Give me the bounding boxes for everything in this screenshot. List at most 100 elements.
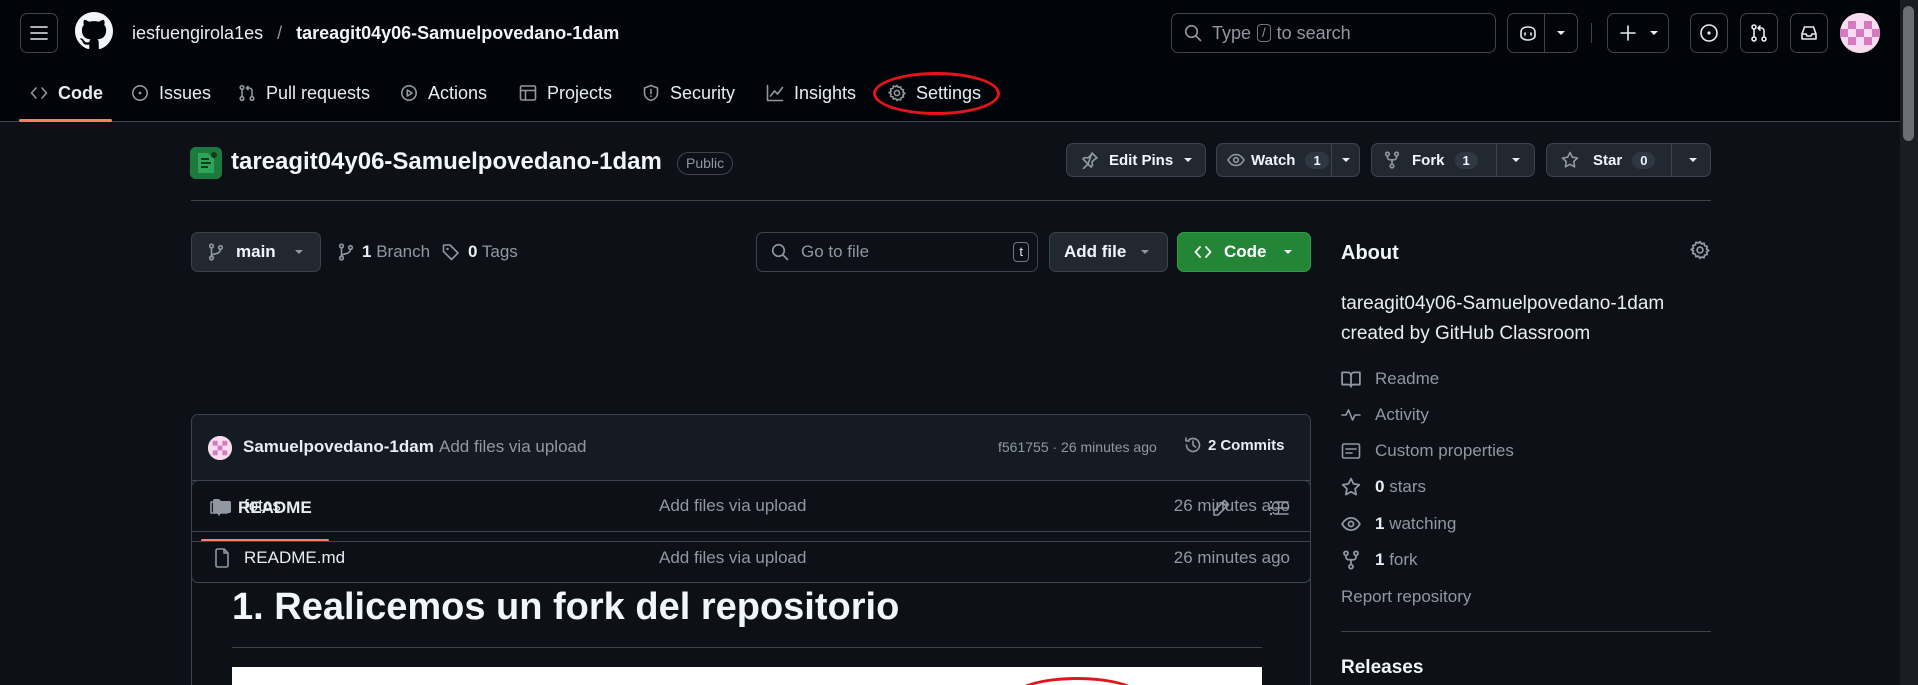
issue-opened-icon xyxy=(1700,24,1718,42)
about-activity-link[interactable]: Activity xyxy=(1341,405,1429,425)
tab-insights[interactable]: Insights xyxy=(766,80,856,106)
code-dropdown-button[interactable]: Code xyxy=(1177,232,1311,272)
star-icon xyxy=(1561,151,1579,168)
commits-count: 2 xyxy=(1208,436,1217,454)
tab-actions-label: Actions xyxy=(428,82,488,103)
about-stars-link[interactable]: 0 stars xyxy=(1341,477,1426,497)
report-repository-link[interactable]: Report repository xyxy=(1341,587,1471,607)
search-placeholder-pre: Type xyxy=(1212,22,1252,43)
gear-icon xyxy=(1690,240,1710,260)
visibility-badge: Public xyxy=(677,152,734,175)
inbox-button[interactable] xyxy=(1790,13,1828,53)
search-slash-key: / xyxy=(1257,24,1271,42)
breadcrumb-owner[interactable]: iesfuengirola1es xyxy=(132,23,263,44)
tab-pull-requests[interactable]: Pull requests xyxy=(238,80,370,106)
about-readme-link[interactable]: Readme xyxy=(1341,369,1439,389)
tab-pull-requests-label: Pull requests xyxy=(266,82,371,103)
pull-requests-button[interactable] xyxy=(1740,13,1778,53)
add-file-label: Add file xyxy=(1064,242,1127,261)
user-avatar[interactable] xyxy=(1840,13,1880,53)
tags-link[interactable]: 0 Tags xyxy=(442,240,518,264)
tab-projects-label: Projects xyxy=(547,82,613,103)
add-file-button[interactable]: Add file xyxy=(1049,232,1168,272)
create-new-button[interactable] xyxy=(1607,13,1669,53)
branch-selector[interactable]: main xyxy=(191,232,321,272)
scrollbar-thumb[interactable] xyxy=(1903,6,1914,141)
readme-screenshot-image xyxy=(232,667,1262,685)
releases-heading[interactable]: Releases xyxy=(1341,657,1423,679)
tab-security[interactable]: Security xyxy=(642,80,735,106)
chevron-down-icon xyxy=(1557,31,1565,35)
tags-count: 0 xyxy=(468,242,478,261)
about-watching-link[interactable]: 1 watching xyxy=(1341,514,1456,534)
edit-pins-button[interactable]: Edit Pins xyxy=(1066,143,1206,177)
tab-code[interactable]: Code xyxy=(30,80,103,106)
about-item-label: stars xyxy=(1389,477,1427,496)
commits-label: Commits xyxy=(1220,436,1285,454)
copilot-button[interactable] xyxy=(1507,13,1578,53)
about-item-bold: 0 xyxy=(1375,477,1385,496)
star-label: Star xyxy=(1593,151,1623,169)
go-to-file-placeholder: Go to file xyxy=(801,242,870,261)
chevron-down-icon xyxy=(1650,31,1658,35)
note-icon xyxy=(1341,443,1361,459)
commit-hash-time[interactable]: f561755 · 26 minutes ago xyxy=(998,439,1157,455)
chevron-down-icon xyxy=(1512,158,1520,162)
global-search-input[interactable]: Type / to search xyxy=(1171,13,1496,53)
repo-owner-avatar[interactable] xyxy=(190,147,222,179)
eye-icon xyxy=(1227,153,1245,167)
shield-icon xyxy=(643,84,659,102)
edit-readme-button[interactable] xyxy=(1211,498,1231,518)
about-custom-properties-link[interactable]: Custom properties xyxy=(1341,441,1514,461)
repo-title[interactable]: tareagit04y06-Samuelpovedano-1dam xyxy=(231,148,662,176)
book-icon xyxy=(210,501,228,516)
git-pull-request-icon xyxy=(1751,24,1767,42)
watch-count: 1 xyxy=(1305,151,1329,169)
fork-label: Fork xyxy=(1412,151,1445,169)
star-button[interactable]: Star 0 xyxy=(1546,143,1711,177)
branches-link[interactable]: 1 Branch xyxy=(338,240,430,264)
repo-main: tareagit04y06-Samuelpovedano-1dam Public… xyxy=(0,122,1900,685)
tab-projects[interactable]: Projects xyxy=(519,80,612,106)
watch-label: Watch xyxy=(1251,151,1296,169)
hamburger-icon xyxy=(30,26,48,40)
branches-count: 1 xyxy=(362,242,372,261)
copilot-icon xyxy=(1520,26,1536,41)
about-item-label: fork xyxy=(1389,550,1418,569)
star-icon xyxy=(1341,477,1361,496)
eye-icon xyxy=(1341,516,1361,531)
tab-issues[interactable]: Issues xyxy=(131,80,211,106)
watch-button[interactable]: Watch 1 xyxy=(1216,143,1360,177)
pulse-icon xyxy=(1341,409,1361,421)
about-item-bold: 1 xyxy=(1375,514,1385,533)
about-item-label: Readme xyxy=(1375,369,1440,388)
commit-message[interactable]: Add files via upload xyxy=(439,437,586,457)
breadcrumb-repo[interactable]: tareagit04y06-Samuelpovedano-1dam xyxy=(296,23,619,44)
search-icon xyxy=(771,243,789,261)
go-to-file-input[interactable]: Go to file t xyxy=(756,232,1038,272)
tab-readme[interactable]: README xyxy=(210,498,312,518)
chevron-down-icon xyxy=(1283,250,1292,254)
pencil-icon xyxy=(1213,499,1230,516)
search-icon xyxy=(1184,24,1202,42)
edit-pins-label: Edit Pins xyxy=(1109,151,1174,169)
about-forks-link[interactable]: 1 fork xyxy=(1341,550,1418,570)
about-divider xyxy=(1341,631,1711,632)
issues-button[interactable] xyxy=(1690,13,1728,53)
chevron-down-icon xyxy=(1342,158,1350,162)
issue-icon xyxy=(132,85,148,101)
readme-outline-button[interactable] xyxy=(1269,499,1289,517)
commit-author-avatar[interactable] xyxy=(208,436,232,460)
about-settings-button[interactable] xyxy=(1690,240,1710,260)
tab-actions[interactable]: Actions xyxy=(400,80,487,106)
repo-forked-icon xyxy=(1384,151,1400,169)
git-branch-icon xyxy=(208,243,224,261)
settings-annotation-ellipse xyxy=(873,72,1000,115)
menu-button[interactable] xyxy=(20,13,58,53)
commits-history-link[interactable]: 2 Commits xyxy=(1184,436,1285,454)
readme-tab-label: README xyxy=(238,498,312,517)
fork-button[interactable]: Fork 1 xyxy=(1371,143,1535,177)
book-icon xyxy=(1341,371,1361,388)
commit-author[interactable]: Samuelpovedano-1dam xyxy=(243,437,434,457)
github-logo[interactable] xyxy=(75,12,113,50)
